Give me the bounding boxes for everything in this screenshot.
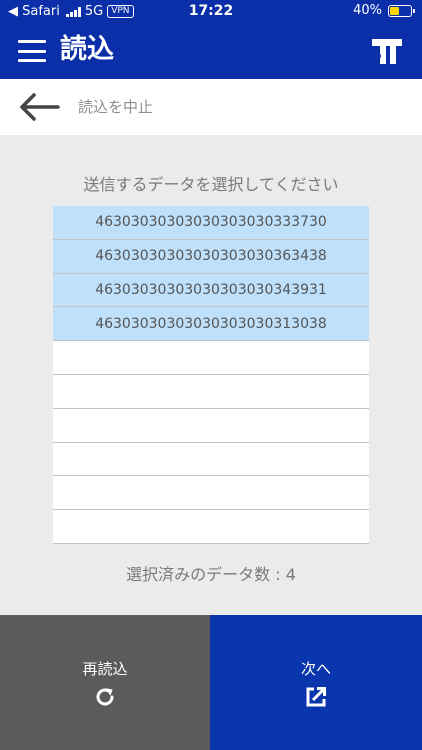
external-link-icon (306, 687, 326, 707)
hamburger-icon[interactable] (18, 40, 46, 62)
selection-count: 選択済みのデータ数 : 4 (126, 565, 296, 584)
next-label: 次へ (300, 660, 331, 678)
app-header: 読込 (0, 24, 422, 79)
data-list-item[interactable]: 46303030303030303030313038 (53, 307, 369, 342)
battery-icon (388, 4, 415, 17)
data-list-empty-row (53, 409, 369, 443)
data-list-item[interactable]: 46303030303030303030333730 (53, 206, 369, 240)
page-title: 読込 (60, 34, 114, 65)
data-list-empty-row (53, 510, 369, 544)
back-bar: 読込を中止 (0, 79, 422, 135)
brand-logo (372, 39, 402, 64)
cancel-read-link[interactable]: 読込を中止 (78, 96, 153, 117)
refresh-icon (96, 688, 114, 706)
data-list-item[interactable]: 46303030303030303030343931 (53, 273, 369, 308)
reread-button[interactable]: 再読込 (0, 615, 210, 750)
status-right: 40% (353, 3, 415, 18)
next-button[interactable]: 次へ (210, 615, 422, 750)
data-list-item[interactable]: 46303030303030303030363438 (53, 239, 369, 274)
instruction-text: 送信するデータを選択してください (83, 175, 339, 194)
reread-label: 再読込 (82, 660, 128, 678)
arrow-left-icon[interactable] (18, 92, 60, 122)
status-bar: ◀ Safari 5G VPN 17:22 40% (0, 0, 422, 24)
data-list-empty-row (53, 375, 369, 409)
data-list-empty-row (53, 341, 369, 375)
battery-fill (390, 6, 399, 15)
data-list: 46303030303030303030333730 46303030303030… (53, 206, 369, 544)
data-list-empty-row (53, 476, 369, 511)
battery-percent: 40% (353, 3, 382, 18)
data-list-empty-row (53, 443, 369, 477)
